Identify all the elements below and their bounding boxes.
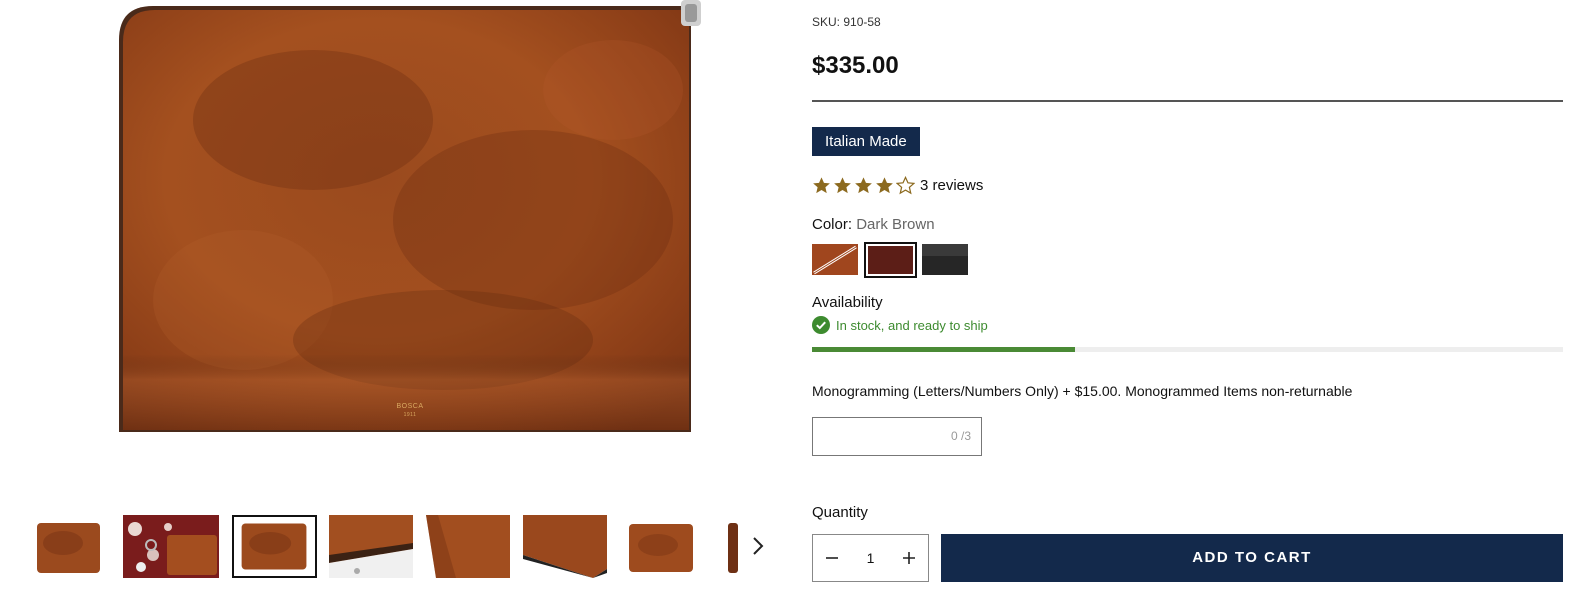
thumbnail-front[interactable]: [33, 515, 103, 578]
color-label: Color: Dark Brown: [812, 216, 935, 233]
plus-icon[interactable]: [890, 535, 928, 581]
brand-stamp: BOSCA 1911: [396, 403, 424, 418]
quantity-value[interactable]: 1: [856, 550, 886, 566]
monogram-input[interactable]: [813, 418, 953, 455]
thumbnail-side[interactable]: [726, 515, 738, 578]
thumbnail-front-selected[interactable]: [232, 515, 317, 578]
italian-made-badge: Italian Made: [812, 127, 920, 156]
thumbnail-zipper-detail[interactable]: [329, 515, 413, 578]
main-product-image[interactable]: BOSCA 1911: [113, 0, 703, 448]
star-filled-icon: [876, 176, 893, 193]
divider: [812, 100, 1563, 102]
stock-level-bar: [812, 347, 1563, 352]
color-swatch-cognac[interactable]: [812, 244, 858, 275]
color-value: Dark Brown: [856, 216, 935, 233]
color-swatch-dark-brown[interactable]: [864, 242, 917, 278]
add-to-cart-button[interactable]: ADD TO CART: [941, 534, 1563, 582]
quantity-stepper[interactable]: 1: [812, 534, 929, 582]
price: $335.00: [812, 52, 899, 79]
reviews-link[interactable]: 3 reviews: [920, 177, 983, 194]
stock-level-fill: [812, 347, 1075, 352]
chevron-right-icon[interactable]: [749, 535, 767, 557]
monogram-counter: 0 /3: [950, 429, 971, 443]
sku: SKU: 910-58: [812, 15, 881, 29]
monogram-label: Monogramming (Letters/Numbers Only) + $1…: [812, 383, 1353, 399]
star-filled-icon: [813, 176, 830, 193]
monogram-field[interactable]: 0 /3: [812, 417, 982, 456]
stock-status: In stock, and ready to ship: [812, 316, 988, 334]
thumbnail-front-small[interactable]: [626, 515, 696, 578]
check-circle-icon: [812, 316, 830, 334]
thumbnail-open-angle[interactable]: [523, 515, 607, 578]
quantity-label: Quantity: [812, 504, 868, 521]
thumbnail-lifestyle[interactable]: [123, 515, 219, 578]
star-rating[interactable]: 3 reviews: [812, 175, 983, 195]
star-filled-icon: [855, 176, 872, 193]
star-filled-icon: [834, 176, 851, 193]
thumbnail-logo-angle[interactable]: [426, 515, 510, 578]
availability-label: Availability: [812, 294, 883, 311]
star-empty-icon: [896, 175, 915, 194]
color-swatch-black[interactable]: [922, 244, 968, 275]
minus-icon[interactable]: [813, 535, 851, 581]
product-title-cropped: [812, 0, 1572, 6]
